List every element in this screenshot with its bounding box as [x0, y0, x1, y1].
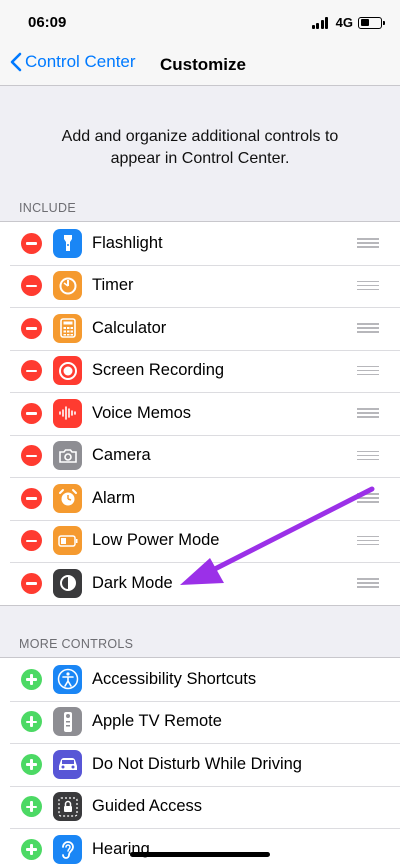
- list-item-low-power-mode: Low Power Mode: [0, 519, 400, 563]
- list-item-label: Screen Recording: [92, 361, 225, 380]
- list-item-do-not-disturb-while-driving: Do Not Disturb While Driving: [0, 743, 400, 786]
- timer-icon: [53, 271, 82, 301]
- section-header-more-controls: MORE CONTROLS: [19, 637, 134, 651]
- list-item-label: Flashlight: [92, 233, 163, 252]
- section-header-include: INCLUDE: [19, 201, 76, 215]
- list-item-label: Guided Access: [92, 797, 203, 816]
- ear-icon: [53, 834, 82, 864]
- add-button-do-not-disturb-while-driving[interactable]: [21, 753, 42, 775]
- calculator-icon: [53, 313, 82, 343]
- add-button-hearing[interactable]: [21, 838, 42, 860]
- reorder-handle-icon[interactable]: [357, 408, 379, 418]
- remove-button-alarm[interactable]: [21, 487, 42, 509]
- add-button-accessibility-shortcuts[interactable]: [21, 668, 42, 690]
- remove-button-calculator[interactable]: [21, 317, 42, 339]
- remove-button-timer[interactable]: [21, 275, 42, 297]
- battery-icon: [358, 16, 385, 29]
- car-icon: [53, 749, 82, 779]
- add-button-apple-tv-remote[interactable]: [21, 711, 42, 733]
- remove-button-screen-recording[interactable]: [21, 360, 42, 382]
- list-item-label: Alarm: [92, 488, 136, 507]
- status-icons: 4G: [311, 15, 385, 30]
- reorder-handle-icon[interactable]: [357, 450, 379, 461]
- reorder-handle-icon[interactable]: [357, 365, 379, 376]
- record-icon: [53, 356, 82, 386]
- remove-button-low-power-mode[interactable]: [21, 530, 42, 552]
- list-item-label: Camera: [92, 446, 151, 465]
- list-item-label: Dark Mode: [92, 573, 173, 592]
- battery-icon: [53, 526, 82, 556]
- list-item-label: Do Not Disturb While Driving: [92, 754, 302, 773]
- list-item-label: Calculator: [92, 318, 167, 337]
- list-item-label: Timer: [92, 276, 134, 295]
- list-item-screen-recording: Screen Recording: [0, 349, 400, 393]
- reorder-handle-icon[interactable]: [357, 323, 379, 333]
- list-item-accessibility-shortcuts: Accessibility Shortcuts: [0, 658, 400, 701]
- list-item-apple-tv-remote: Apple TV Remote: [0, 700, 400, 744]
- remove-button-camera[interactable]: [21, 445, 42, 467]
- more-controls-list: Accessibility Shortcuts Apple TV Remote Do…: [0, 657, 400, 866]
- reorder-handle-icon[interactable]: [357, 280, 379, 291]
- alarm-icon: [53, 483, 82, 513]
- remove-button-voice-memos[interactable]: [21, 402, 42, 424]
- accessibility-icon: [53, 664, 82, 694]
- waveform-icon: [53, 398, 82, 428]
- list-item-guided-access: Guided Access: [0, 785, 400, 829]
- intro-text: Add and organize additional controls to …: [61, 128, 339, 167]
- list-item-label: Accessibility Shortcuts: [92, 669, 257, 688]
- camera-icon: [53, 441, 82, 471]
- list-item-label: Apple TV Remote: [92, 712, 222, 731]
- list-item-label: Low Power Mode: [92, 531, 220, 550]
- reorder-handle-icon[interactable]: [357, 578, 379, 588]
- list-item-calculator: Calculator: [0, 307, 400, 350]
- list-item-voice-memos: Voice Memos: [0, 392, 400, 435]
- signal-icon: [311, 16, 330, 29]
- list-item-hearing: Hearing: [0, 828, 400, 866]
- add-button-guided-access[interactable]: [21, 796, 42, 818]
- chevron-left-icon: [10, 52, 22, 72]
- list-item-flashlight: Flashlight: [0, 222, 400, 265]
- network-type: 4G: [335, 15, 353, 30]
- list-item-label: Voice Memos: [92, 403, 192, 422]
- remote-icon: [53, 707, 82, 737]
- status-time: 06:09: [28, 14, 67, 31]
- reorder-handle-icon[interactable]: [357, 493, 379, 503]
- list-item-alarm: Alarm: [0, 477, 400, 520]
- page-title: Customize: [160, 55, 246, 74]
- navigation-bar: Control Center Customize: [0, 44, 400, 86]
- reorder-handle-icon[interactable]: [357, 238, 379, 248]
- lock-icon: [53, 792, 82, 822]
- home-indicator: [130, 852, 270, 857]
- back-button-label: Control Center: [25, 52, 136, 71]
- status-bar: 06:09 4G: [0, 0, 400, 44]
- remove-button-dark-mode[interactable]: [21, 572, 42, 594]
- dark-mode-icon: [53, 568, 82, 598]
- list-item-timer: Timer: [0, 264, 400, 308]
- reorder-handle-icon[interactable]: [357, 535, 379, 546]
- include-list: Flashlight Timer Calculator Screen Recordin…: [0, 221, 400, 606]
- remove-button-flashlight[interactable]: [21, 232, 42, 254]
- back-button[interactable]: Control Center: [10, 52, 136, 72]
- flashlight-icon: [53, 228, 82, 258]
- list-item-camera: Camera: [0, 434, 400, 478]
- list-item-dark-mode: Dark Mode: [0, 562, 400, 605]
